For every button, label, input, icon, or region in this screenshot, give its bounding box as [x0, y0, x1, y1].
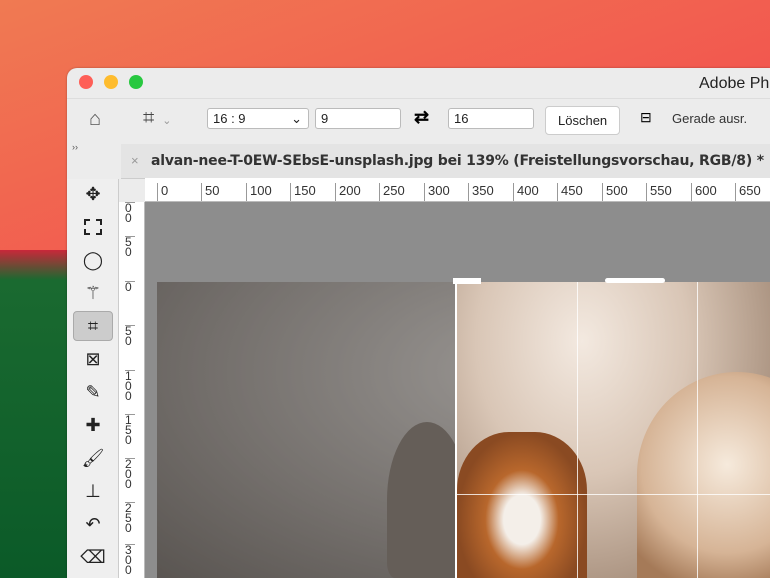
canvas-area[interactable] — [145, 202, 770, 578]
crop-handle[interactable] — [453, 278, 481, 284]
ruler-label: 350 — [468, 183, 494, 201]
marquee-tool-icon[interactable] — [73, 212, 113, 242]
frame-tool-icon[interactable]: ⊠ — [73, 344, 113, 374]
straighten-icon[interactable]: ⊟ — [640, 109, 652, 126]
chevron-down-icon: ⌄ — [291, 111, 302, 126]
ruler-label: 0 — [157, 183, 168, 201]
brush-tool-icon[interactable]: 🖌︎ — [73, 443, 113, 473]
lasso-tool-icon[interactable]: ◯ — [73, 245, 113, 275]
eraser-tool-icon[interactable]: ⌫ — [73, 542, 113, 572]
ruler-label: 150 — [290, 183, 316, 201]
ruler-label: 00 — [125, 202, 135, 224]
corgi-photo — [457, 432, 587, 578]
ruler-label: 50 — [125, 236, 135, 258]
ruler-label: 500 — [602, 183, 628, 201]
ruler-label: 300 — [125, 544, 135, 576]
healing-brush-tool-icon[interactable]: ✚ — [73, 410, 113, 440]
width-ratio-input[interactable]: 9 — [315, 108, 401, 129]
crop-handle[interactable] — [605, 278, 665, 283]
magic-wand-tool-icon[interactable]: ⚚ — [73, 278, 113, 308]
ruler-label: 550 — [646, 183, 672, 201]
ruler-label: 300 — [424, 183, 450, 201]
stamp-tool-icon[interactable]: ⊥ — [73, 476, 113, 506]
clear-button[interactable]: Löschen — [545, 106, 621, 135]
history-brush-tool-icon[interactable]: ↶ — [73, 509, 113, 539]
ruler-label: 250 — [379, 183, 405, 201]
move-tool-icon[interactable]: ✥ — [73, 179, 113, 209]
ruler-label: 100 — [246, 183, 272, 201]
ruler-label: 50 — [201, 183, 219, 201]
ruler-label: 650 — [735, 183, 761, 201]
toolbar: ✥ ◯ ⚚ ⌗ ⊠ ✎ ✚ 🖌︎ ⊥ ↶ ⌫ — [67, 179, 119, 578]
swap-icon[interactable]: ⇄ — [414, 107, 429, 128]
aspect-ratio-value: 16 : 9 — [213, 111, 246, 126]
desktop-wallpaper — [0, 250, 70, 578]
crop-box[interactable] — [455, 282, 770, 578]
height-ratio-input[interactable]: 16 — [448, 108, 534, 129]
horizontal-ruler: 0 50 100 150 200 250 300 350 400 450 500… — [145, 178, 770, 202]
ruler-label: 400 — [513, 183, 539, 201]
document-title: alvan-nee-T-0EW-SEbsE-unsplash.jpg bei 1… — [151, 153, 764, 169]
close-window-button[interactable] — [79, 75, 93, 89]
terrier-photo — [637, 372, 770, 578]
minimize-window-button[interactable] — [104, 75, 118, 89]
vertical-ruler: 00 50 0 50 100 150 200 250 300 — [119, 202, 145, 578]
crop-grid-line — [577, 282, 578, 578]
crop-grid-line — [457, 494, 770, 495]
panel-collapse-button[interactable]: ›› — [72, 142, 78, 152]
crop-grid-line — [697, 282, 698, 578]
zoom-window-button[interactable] — [129, 75, 143, 89]
ruler-label: 150 — [125, 414, 135, 446]
ruler-label: 50 — [125, 325, 135, 347]
ruler-label: 100 — [125, 370, 135, 402]
ruler-label: 200 — [335, 183, 361, 201]
document-tab[interactable]: × alvan-nee-T-0EW-SEbsE-unsplash.jpg bei… — [121, 144, 770, 179]
eyedropper-tool-icon[interactable]: ✎ — [73, 377, 113, 407]
crop-tool-icon[interactable]: ⌗ — [73, 311, 113, 341]
ruler-label: 0 — [125, 281, 135, 293]
ruler-label: 450 — [557, 183, 583, 201]
close-tab-icon[interactable]: × — [131, 153, 139, 168]
straighten-label[interactable]: Gerade ausr. — [672, 111, 747, 126]
options-bar: ⌂ ⌗ ⌄ 16 : 9 ⌄ 9 ⇄ 16 Löschen ⊟ Gerade aus… — [67, 98, 770, 140]
ruler-label: 250 — [125, 502, 135, 534]
crop-tool-preset-icon[interactable]: ⌗ ⌄ — [143, 107, 171, 130]
app-title: Adobe Ph — [699, 75, 770, 92]
title-bar: Adobe Ph — [67, 68, 770, 98]
ruler-label: 200 — [125, 458, 135, 490]
home-icon[interactable]: ⌂ — [89, 108, 101, 131]
aspect-ratio-select[interactable]: 16 : 9 ⌄ — [207, 108, 309, 129]
ruler-label: 600 — [691, 183, 717, 201]
photoshop-window: Adobe Ph ⌂ ⌗ ⌄ 16 : 9 ⌄ 9 ⇄ 16 Löschen ⊟ G… — [67, 68, 770, 578]
